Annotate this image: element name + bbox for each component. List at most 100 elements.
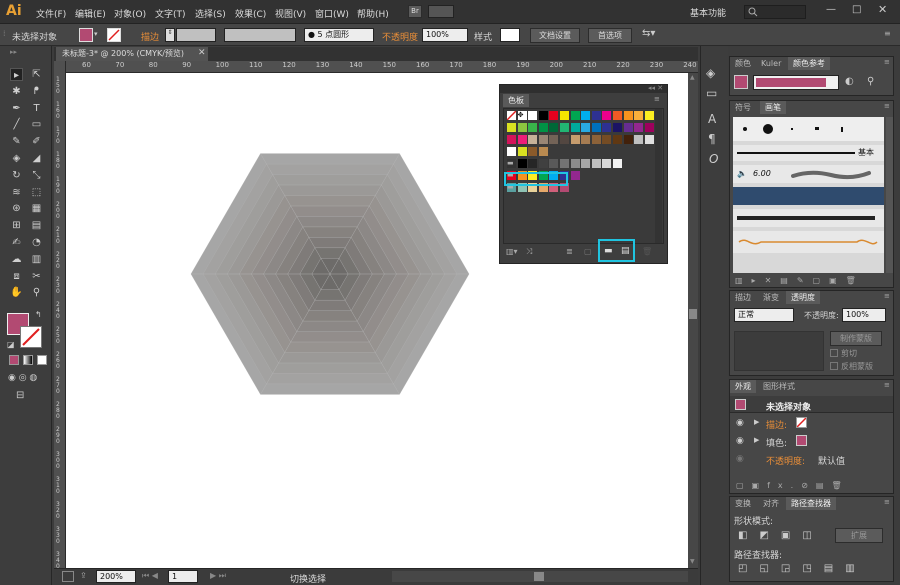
tab-color-guide[interactable]: 颜色参考	[788, 57, 830, 70]
tab-symbols[interactable]: 符号	[730, 101, 756, 114]
brush-row-charcoal[interactable]	[733, 209, 884, 227]
share-icon[interactable]: ⇪	[80, 571, 87, 580]
fill-swatch[interactable]	[79, 28, 93, 42]
new-color-group-icon[interactable]: ▬	[604, 246, 613, 256]
brush-tip-oval[interactable]	[815, 127, 819, 130]
color-swatch[interactable]	[560, 111, 569, 120]
current-tool-status[interactable]: 切换选择	[290, 572, 326, 585]
color-group-icon[interactable]: ▢	[584, 247, 592, 256]
color-swatch[interactable]	[602, 123, 612, 132]
color-swatch[interactable]	[528, 159, 538, 168]
minimize-icon[interactable]: —	[826, 4, 836, 15]
control-menu-icon[interactable]: ≡	[884, 29, 891, 38]
transparency-opacity-field[interactable]: 100%	[842, 308, 886, 322]
blend-mode-dropdown[interactable]: 正常	[734, 308, 794, 322]
show-kinds-icon[interactable]: ⤨	[526, 247, 532, 257]
swatches-panel-header[interactable]	[500, 85, 667, 93]
color-swatch[interactable]	[538, 123, 548, 132]
color-swatch[interactable]	[549, 123, 559, 132]
color-group-folder-icon[interactable]: ▬	[507, 159, 514, 167]
free-transform-tool-icon[interactable]: ⬚	[30, 186, 43, 199]
brush-tip-large[interactable]	[763, 124, 773, 134]
color-swatch[interactable]	[549, 111, 559, 120]
none-swatch[interactable]	[506, 110, 517, 121]
color-swatch[interactable]	[570, 171, 580, 180]
color-swatch[interactable]	[581, 135, 591, 144]
stroke-expand-icon[interactable]: ▶	[754, 418, 759, 426]
transparency-menu-icon[interactable]: ≡	[884, 292, 890, 300]
search-input[interactable]	[744, 5, 806, 19]
appearance-fill-swatch[interactable]	[796, 435, 807, 446]
selection-tool-icon[interactable]: ▸	[10, 68, 23, 81]
variable-width-field[interactable]	[224, 28, 296, 42]
color-swatch[interactable]	[591, 159, 601, 168]
brush-definition-field[interactable]: ● 5 点圆形	[304, 28, 374, 42]
vertical-scroll-thumb[interactable]	[689, 309, 697, 319]
symbols-icon[interactable]: ◈	[706, 66, 715, 80]
color-swatch[interactable]	[507, 135, 516, 144]
color-swatch[interactable]	[581, 159, 591, 168]
color-swatch[interactable]	[507, 123, 516, 132]
menu-effect[interactable]: 效果(C)	[235, 7, 266, 20]
new-swatch-icon[interactable]: ▤	[621, 246, 630, 256]
tab-transform[interactable]: 变换	[730, 497, 756, 510]
color-swatch[interactable]	[528, 147, 538, 156]
color-swatch[interactable]	[644, 135, 654, 144]
brush-row-basic[interactable]: 基本	[733, 145, 884, 161]
brush-tip-tiny[interactable]	[791, 128, 793, 130]
blend-tool-icon[interactable]: ◔	[30, 236, 43, 249]
color-swatch[interactable]	[538, 135, 548, 144]
pathfinder-menu-icon[interactable]: ≡	[884, 498, 890, 506]
stroke-weight-field[interactable]	[176, 28, 216, 42]
tab-transparency[interactable]: 透明度	[786, 291, 820, 304]
artboard-nav-icon[interactable]	[62, 571, 74, 582]
layers-icon[interactable]: ▭	[706, 86, 717, 100]
stroke-label[interactable]: 描边	[141, 30, 159, 43]
artboard-tool-icon[interactable]: ⧈	[10, 270, 23, 283]
invert-mask-checkbox[interactable]	[830, 362, 838, 370]
first-artboard-icon[interactable]: ⏮ ◀	[142, 571, 158, 581]
harmony-rules-dropdown[interactable]	[753, 75, 839, 90]
clip-checkbox[interactable]	[830, 349, 838, 357]
color-swatch[interactable]	[634, 123, 644, 132]
color-swatch[interactable]	[623, 111, 633, 120]
menu-file[interactable]: 文件(F)	[36, 7, 66, 20]
tab-pathfinder[interactable]: 路径查找器	[786, 497, 836, 510]
brush-tip-small[interactable]	[743, 127, 747, 131]
brush-tip-flat[interactable]	[841, 127, 843, 132]
color-swatch[interactable]	[634, 135, 644, 144]
brush-row-pattern[interactable]	[733, 187, 884, 205]
tab-graphic-styles[interactable]: 图形样式	[758, 380, 800, 393]
color-swatch[interactable]	[570, 135, 580, 144]
stroke-none-swatch[interactable]	[107, 28, 121, 42]
tab-swatches[interactable]: 色板	[503, 94, 529, 107]
scale-tool-icon[interactable]: ⤡	[30, 169, 43, 182]
registration-swatch[interactable]: ✥	[517, 111, 527, 120]
fill-visibility-eye-icon[interactable]: ◉	[736, 436, 744, 446]
color-swatch[interactable]	[581, 123, 591, 132]
menu-help[interactable]: 帮助(H)	[357, 7, 389, 20]
tab-align[interactable]: 对齐	[758, 497, 784, 510]
gradient-tool-icon[interactable]: ▤	[30, 219, 43, 232]
brush-footer-icons[interactable]: ▥▸✕▤✎▢▣🗑	[735, 276, 865, 285]
swatches-menu-icon[interactable]: ≡	[654, 95, 660, 103]
tab-color[interactable]: 颜色	[730, 57, 756, 70]
opacity-visibility-eye-icon[interactable]: ◉	[736, 454, 744, 464]
color-swatch[interactable]	[570, 111, 580, 120]
appearance-footer-icons[interactable]: ▢▣fx.⊘▤🗑	[736, 481, 850, 490]
brush-row-calligraphic[interactable]: 🔈 6.00	[733, 165, 884, 183]
color-swatch[interactable]	[517, 135, 527, 144]
eraser-tool-icon[interactable]: ◢	[30, 152, 43, 165]
scroll-down-icon[interactable]: ▼	[690, 558, 695, 565]
color-panel-menu-icon[interactable]: ≡	[884, 58, 890, 66]
color-swatch[interactable]	[528, 123, 538, 132]
color-swatch[interactable]	[591, 135, 601, 144]
pencil-tool-icon[interactable]: ✐	[30, 135, 43, 148]
pen-tool-icon[interactable]: ✒	[10, 102, 23, 115]
graphic-style-swatch[interactable]	[500, 28, 520, 42]
swatch-libraries-icon[interactable]: ▥▾	[506, 247, 518, 256]
mesh-tool-icon[interactable]: ⊞	[10, 219, 23, 232]
delete-swatch-icon[interactable]: 🗑	[642, 247, 652, 256]
color-swatch[interactable]	[623, 135, 633, 144]
color-swatch[interactable]	[613, 135, 622, 144]
